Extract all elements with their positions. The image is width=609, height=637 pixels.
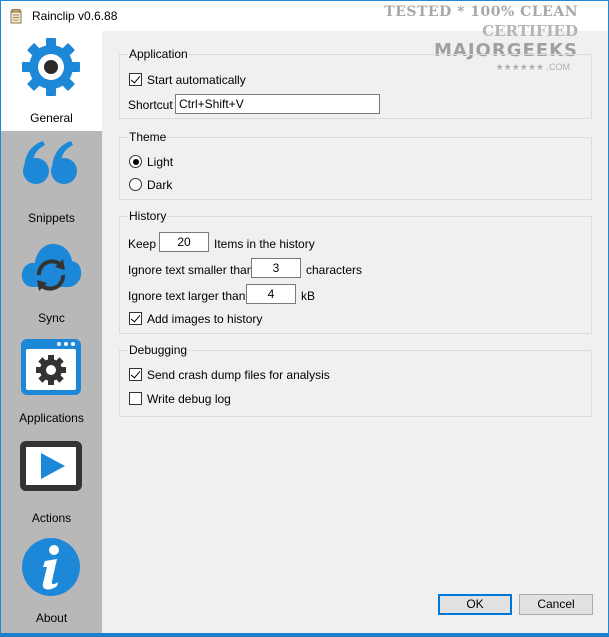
add-images-label: Add images to history — [147, 312, 263, 326]
cancel-button[interactable]: Cancel — [519, 594, 593, 615]
crash-dump-checkbox[interactable] — [129, 368, 142, 381]
theme-dark-label: Dark — [147, 178, 173, 192]
application-group-title: Application — [128, 47, 189, 61]
keep-items-input[interactable]: 20 — [159, 232, 209, 252]
debugging-group-title: Debugging — [128, 343, 189, 357]
ignore-smaller-suffix: characters — [306, 263, 363, 277]
sidebar-item-label: General — [30, 111, 73, 125]
debug-log-checkbox[interactable] — [129, 392, 142, 405]
theme-group — [119, 137, 592, 200]
start-automatically-checkbox[interactable] — [129, 73, 142, 86]
notepad-icon — [10, 9, 22, 24]
keep-suffix-label: Items in the history — [214, 237, 315, 251]
info-icon — [22, 538, 80, 596]
add-images-checkbox[interactable] — [129, 312, 142, 325]
keep-label: Keep — [128, 237, 157, 251]
sidebar-item-label: Snippets — [28, 211, 75, 225]
app-gear-icon — [21, 339, 81, 395]
sidebar-item-label: Applications — [19, 411, 84, 425]
gear-icon — [22, 38, 80, 96]
shortcut-input[interactable]: Ctrl+Shift+V — [175, 94, 380, 114]
sidebar-item-general[interactable]: General — [1, 31, 102, 131]
sidebar-item-about[interactable]: About — [1, 531, 102, 631]
theme-group-title: Theme — [128, 130, 168, 144]
start-automatically-label: Start automatically — [147, 73, 246, 87]
ignore-larger-input[interactable]: 4 — [246, 284, 296, 304]
watermark-line-2: CERTIFIED — [482, 22, 578, 40]
ignore-larger-label: Ignore text larger than — [128, 289, 246, 303]
theme-light-radio[interactable] — [129, 155, 142, 168]
crash-dump-label: Send crash dump files for analysis — [147, 368, 330, 382]
quote-icon — [23, 141, 77, 184]
cloud-sync-icon — [21, 243, 82, 291]
history-group-title: History — [128, 209, 168, 223]
sidebar-item-label: About — [35, 611, 68, 625]
watermark-line-1: TESTED * 100% CLEAN — [384, 4, 578, 20]
ok-button[interactable]: OK — [438, 594, 512, 615]
ignore-larger-suffix: kB — [301, 289, 316, 303]
sidebar: General Snippets Sync Applications Actio… — [1, 31, 102, 633]
theme-dark-radio[interactable] — [129, 178, 142, 191]
sidebar-item-actions[interactable]: Actions — [1, 431, 102, 531]
sidebar-item-label: Sync — [38, 311, 65, 325]
sidebar-item-snippets[interactable]: Snippets — [1, 131, 102, 231]
settings-window: Rainclip v0.6.88 TESTED * 100% CLEAN CER… — [0, 0, 609, 637]
debugging-group — [119, 350, 592, 417]
debug-log-label: Write debug log — [147, 392, 231, 406]
sidebar-item-label: Actions — [31, 511, 72, 525]
sidebar-item-applications[interactable]: Applications — [1, 331, 102, 431]
sidebar-item-sync[interactable]: Sync — [1, 231, 102, 331]
ignore-smaller-input[interactable]: 3 — [251, 258, 301, 278]
shortcut-label: Shortcut — [128, 98, 173, 112]
window-title: Rainclip v0.6.88 — [32, 9, 118, 23]
ignore-smaller-label: Ignore text smaller than — [128, 263, 254, 277]
theme-light-label: Light — [147, 155, 174, 169]
play-icon — [20, 441, 82, 491]
